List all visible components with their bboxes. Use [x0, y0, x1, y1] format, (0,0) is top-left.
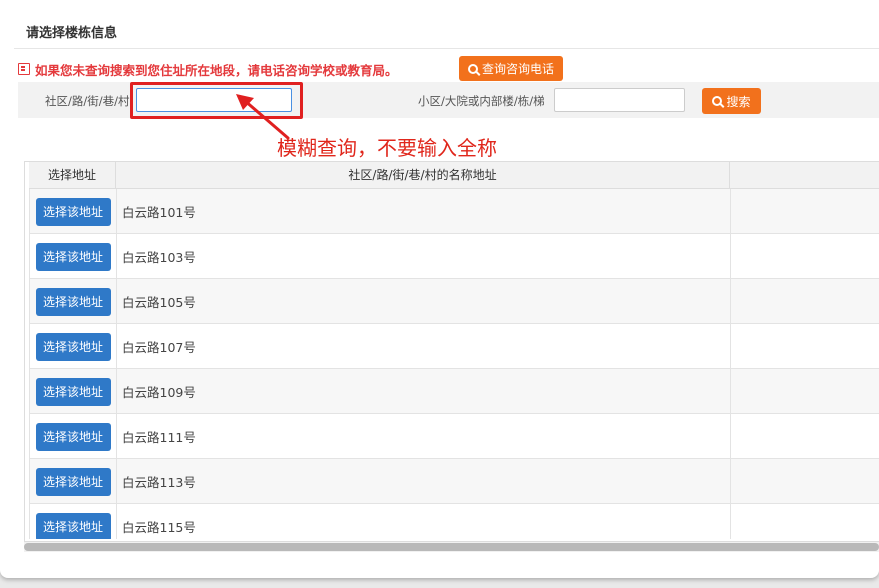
table-row: 选择该地址 白云路113号: [30, 459, 879, 504]
select-cell: 选择该地址: [30, 369, 117, 414]
select-address-button[interactable]: 选择该地址: [35, 467, 111, 496]
address-cell: 白云路105号: [117, 279, 731, 324]
court-search-input[interactable]: [554, 88, 685, 112]
horizontal-scrollbar[interactable]: [24, 542, 879, 552]
select-address-button[interactable]: 选择该地址: [35, 287, 111, 316]
column-header-address: 社区/路/街/巷/村的名称地址: [116, 162, 730, 189]
notice-text: 如果您未查询搜索到您住址所在地段，请电话咨询学校或教育局。: [35, 62, 398, 78]
address-cell: 白云路101号: [117, 189, 731, 234]
table-row: 选择该地址 白云路115号: [30, 504, 879, 539]
title-divider: [14, 48, 879, 49]
search-icon: [467, 63, 478, 74]
select-cell: 选择该地址: [30, 279, 117, 324]
extra-cell: [731, 504, 879, 539]
extra-cell: [731, 279, 879, 324]
address-rows: 选择该地址 白云路101号 选择该地址 白云路103号 选择该地址 白云路105…: [29, 189, 879, 539]
select-cell: 选择该地址: [30, 324, 117, 369]
select-cell: 选择该地址: [30, 189, 117, 234]
select-cell: 选择该地址: [30, 234, 117, 279]
address-cell: 白云路115号: [117, 504, 731, 539]
select-address-button[interactable]: 选择该地址: [35, 332, 111, 361]
extra-cell: [731, 369, 879, 414]
extra-cell: [731, 189, 879, 234]
table-row: 选择该地址 白云路103号: [30, 234, 879, 279]
select-address-button[interactable]: 选择该地址: [35, 197, 111, 226]
search-icon: [712, 96, 723, 106]
table-row: 选择该地址 白云路109号: [30, 369, 879, 414]
select-address-button[interactable]: 选择该地址: [35, 377, 111, 406]
column-header-extra: [730, 162, 879, 189]
table-row: 选择该地址 白云路105号: [30, 279, 879, 324]
extra-cell: [731, 234, 879, 279]
search-button-label: 搜索: [726, 94, 751, 109]
select-address-button[interactable]: 选择该地址: [35, 422, 111, 451]
query-phone-button-label: 查询咨询电话: [481, 62, 554, 76]
extra-cell: [731, 414, 879, 459]
notice-message: 如果您未查询搜索到您住址所在地段，请电话咨询学校或教育局。: [18, 60, 398, 78]
table-row: 选择该地址 白云路101号: [30, 189, 879, 234]
address-cell: 白云路103号: [117, 234, 731, 279]
notice-icon: [18, 63, 30, 75]
extra-cell: [731, 459, 879, 504]
grid-header: 选择地址 社区/路/街/巷/村的名称地址: [29, 162, 879, 189]
address-cell: 白云路113号: [117, 459, 731, 504]
table-row: 选择该地址 白云路111号: [30, 414, 879, 459]
select-cell: 选择该地址: [30, 459, 117, 504]
select-address-button[interactable]: 选择该地址: [35, 242, 111, 271]
select-building-dialog: 请选择楼栋信息 如果您未查询搜索到您住址所在地段，请电话咨询学校或教育局。 查询…: [0, 0, 879, 578]
address-cell: 白云路109号: [117, 369, 731, 414]
select-cell: 选择该地址: [30, 414, 117, 459]
table-row: 选择该地址 白云路107号: [30, 324, 879, 369]
address-cell: 白云路111号: [117, 414, 731, 459]
annotation-text: 模糊查询，不要输入全称: [277, 136, 497, 160]
search-button[interactable]: 搜索: [702, 88, 761, 114]
scrollbar-thumb[interactable]: [24, 543, 879, 551]
column-header-select: 选择地址: [29, 162, 116, 189]
dialog-title: 请选择楼栋信息: [26, 26, 118, 41]
address-cell: 白云路107号: [117, 324, 731, 369]
select-cell: 选择该地址: [30, 504, 117, 539]
select-address-button[interactable]: 选择该地址: [35, 512, 111, 539]
query-phone-button[interactable]: 查询咨询电话: [459, 56, 563, 81]
community-label: 社区/路/街/巷/村: [45, 94, 130, 108]
extra-cell: [731, 324, 879, 369]
court-label: 小区/大院或内部楼/栋/梯: [418, 94, 545, 108]
